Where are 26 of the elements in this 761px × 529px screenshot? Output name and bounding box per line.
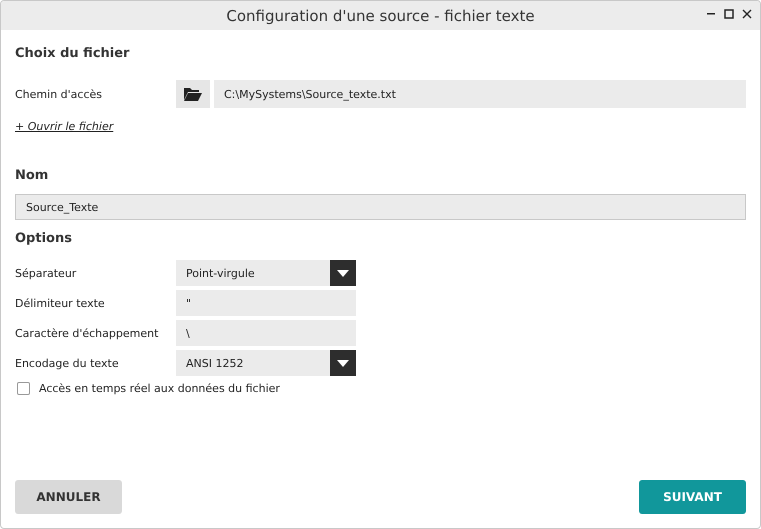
caret-icon: [337, 360, 349, 366]
text-field[interactable]: ": [176, 290, 356, 316]
folder-icon: [184, 87, 202, 101]
option-label: Encodage du texte: [15, 356, 120, 370]
cancel-button[interactable]: ANNULER: [15, 480, 122, 514]
window-title: Configuration d'une source - fichier texte: [226, 6, 535, 24]
checkbox[interactable]: [17, 382, 30, 395]
name-field[interactable]: Source_Texte: [15, 194, 746, 220]
close-icon[interactable]: [742, 9, 752, 19]
checkbox-label: Accès en temps réel aux données du fichier: [39, 382, 280, 395]
section-heading: Options: [15, 231, 73, 246]
option-label: Séparateur: [15, 266, 78, 280]
option-label: Délimiteur texte: [15, 296, 106, 310]
dropdown[interactable]: Point-virgule: [176, 260, 356, 286]
open-file-link[interactable]: + Ouvrir le fichier: [15, 120, 114, 133]
path-label: Chemin d'accès: [15, 88, 104, 100]
text-field[interactable]: \: [176, 320, 356, 346]
option-label: Caractère d'échappement: [15, 326, 160, 340]
section-heading: Choix du fichier: [15, 46, 130, 61]
next-button[interactable]: SUIVANT: [639, 480, 746, 514]
dropdown[interactable]: ANSI 1252: [176, 350, 356, 376]
maximize-icon[interactable]: [724, 9, 734, 19]
section-heading: Nom: [15, 168, 50, 183]
caret-icon: [337, 270, 349, 276]
path-field[interactable]: C:\MySystems\Source_texte.txt: [214, 80, 746, 108]
browse-button[interactable]: [176, 80, 210, 108]
